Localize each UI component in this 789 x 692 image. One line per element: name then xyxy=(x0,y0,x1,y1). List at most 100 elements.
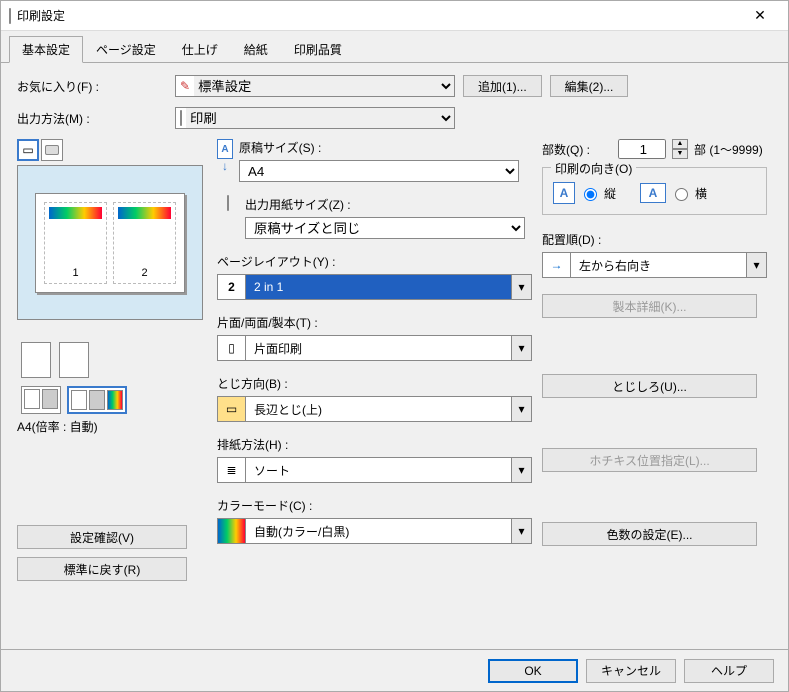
portrait-radio[interactable] xyxy=(584,188,597,201)
tab-quality[interactable]: 印刷品質 xyxy=(281,36,355,63)
preview-caption: A4(倍率 : 自動) xyxy=(17,418,207,435)
print-settings-window: 印刷設定 ✕ 基本設定 ページ設定 仕上げ 給紙 印刷品質 お気に入り(F) :… xyxy=(0,0,789,692)
ok-button[interactable]: OK xyxy=(488,659,578,683)
duplex-select[interactable]: ▯ 片面印刷 ▾ xyxy=(217,335,532,361)
tab-page-setup[interactable]: ページ設定 xyxy=(83,36,169,63)
copies-up-button[interactable]: ▲ xyxy=(672,139,688,149)
order-label: 配置順(D) : xyxy=(542,231,767,248)
doc-a-icon: A xyxy=(217,139,233,159)
preview-column: ▭ 1 2 xyxy=(17,139,207,589)
titlebar: 印刷設定 ✕ xyxy=(1,1,788,31)
rainbow-icon xyxy=(218,519,246,543)
binding-block: とじ方向(B) : ▭ 長辺とじ(上) ▾ xyxy=(217,375,532,422)
colormode-label: カラーモード(C) : xyxy=(217,497,532,514)
favorite-label: お気に入り(F) : xyxy=(17,78,167,95)
finishing-select[interactable]: ≣ ソート ▾ xyxy=(217,457,532,483)
color-strip-icon xyxy=(49,207,102,219)
chevron-down-icon: ▾ xyxy=(511,397,531,421)
preview-sheet: 1 2 xyxy=(35,193,185,293)
preview-mode-printer-icon[interactable] xyxy=(41,139,63,161)
right-column: 部数(Q) : ▲ ▼ 部 (1～9999) 印刷の向き(O) A 縦 xyxy=(542,139,767,589)
tray-icon xyxy=(217,196,239,210)
finishing-value: ソート xyxy=(246,462,511,479)
orientation-legend: 印刷の向き(O) xyxy=(551,160,636,177)
dialog-footer: OK キャンセル ヘルプ xyxy=(1,649,788,691)
orientation-portrait-option[interactable]: A 縦 xyxy=(553,182,616,204)
duplex-block: 片面/両面/製本(T) : ▯ 片面印刷 ▾ xyxy=(217,314,532,361)
preview-page-2-num: 2 xyxy=(141,267,147,279)
output-method-row: 出力方法(M) : 印刷 xyxy=(17,107,772,129)
preview-mode-page-icon[interactable]: ▭ xyxy=(17,139,39,161)
favorite-row: お気に入り(F) : ✎ 標準設定 追加(1)... 編集(2)... xyxy=(17,75,772,97)
help-button[interactable]: ヘルプ xyxy=(684,659,774,683)
layout-block: ページレイアウト(Y) : 2 2 in 1 ▾ xyxy=(217,253,532,300)
binding-select[interactable]: ▭ 長辺とじ(上) ▾ xyxy=(217,396,532,422)
settings-body: ▭ 1 2 xyxy=(17,139,772,589)
gutter-button[interactable]: とじしろ(U)... xyxy=(542,374,757,398)
favorite-icon: ✎ xyxy=(176,79,194,93)
landscape-label: 横 xyxy=(695,185,707,202)
cancel-button[interactable]: キャンセル xyxy=(586,659,676,683)
copies-row: 部数(Q) : ▲ ▼ 部 (1～9999) xyxy=(542,139,767,159)
favorite-add-button[interactable]: 追加(1)... xyxy=(463,75,542,97)
preview-page-2: 2 xyxy=(113,202,176,284)
copies-input[interactable] xyxy=(618,139,666,159)
reset-defaults-button[interactable]: 標準に戻す(R) xyxy=(17,557,187,581)
down-arrow-icon: ↓ xyxy=(222,159,228,173)
mode-color-thumb[interactable] xyxy=(67,386,127,414)
landscape-icon: A xyxy=(640,183,666,203)
chevron-down-icon: ▾ xyxy=(511,336,531,360)
chevron-down-icon: ▾ xyxy=(746,253,766,277)
layout-value: 2 in 1 xyxy=(246,280,511,294)
middle-column: A ↓ 原稿サイズ(S) : A4 xyxy=(217,139,532,589)
color-mode-thumbs xyxy=(21,386,207,414)
single-side-icon: ▯ xyxy=(218,336,246,360)
tab-basic[interactable]: 基本設定 xyxy=(9,36,83,63)
favorite-edit-button[interactable]: 編集(2)... xyxy=(550,75,629,97)
colormode-select[interactable]: 自動(カラー/白黒) ▾ xyxy=(217,518,532,544)
tab-paper-source[interactable]: 給紙 xyxy=(231,36,281,63)
stack-thumb-2-icon[interactable] xyxy=(59,342,89,378)
doc-size-block: A ↓ 原稿サイズ(S) : A4 xyxy=(217,139,532,182)
left-to-right-icon: → xyxy=(543,253,571,277)
layout-select[interactable]: 2 2 in 1 ▾ xyxy=(217,274,532,300)
doc-size-select[interactable]: A4 xyxy=(239,160,519,182)
layout-label: ページレイアウト(Y) : xyxy=(217,253,532,270)
finishing-label: 排紙方法(H) : xyxy=(217,436,532,453)
binding-label: とじ方向(B) : xyxy=(217,375,532,392)
order-block: 配置順(D) : → 左から右向き ▾ xyxy=(542,231,767,278)
order-select[interactable]: → 左から右向き ▾ xyxy=(542,252,767,278)
chevron-down-icon: ▾ xyxy=(511,458,531,482)
output-method-label: 出力方法(M) : xyxy=(17,110,167,127)
mode-bw-thumb[interactable] xyxy=(21,386,61,414)
close-icon[interactable]: ✕ xyxy=(740,7,780,24)
landscape-radio[interactable] xyxy=(675,188,688,201)
favorite-select[interactable]: 標準設定 xyxy=(194,76,454,96)
color-count-button[interactable]: 色数の設定(E)... xyxy=(542,522,757,546)
output-method-select[interactable]: 印刷 xyxy=(186,108,454,128)
copies-down-button[interactable]: ▼ xyxy=(672,149,688,159)
stack-thumb-row xyxy=(21,342,207,378)
colormode-block: カラーモード(C) : 自動(カラー/白黒) ▾ xyxy=(217,497,532,544)
confirm-settings-button[interactable]: 設定確認(V) xyxy=(17,525,187,549)
orientation-landscape-option[interactable]: A 横 xyxy=(640,183,707,203)
binding-value: 長辺とじ(上) xyxy=(246,401,511,418)
booklet-detail-button: 製本詳細(K)... xyxy=(542,294,757,318)
tab-content: お気に入り(F) : ✎ 標準設定 追加(1)... 編集(2)... 出力方法… xyxy=(1,63,788,649)
portrait-icon: A xyxy=(553,182,575,204)
preview-frame: 1 2 xyxy=(17,165,203,320)
binding-icon: ▭ xyxy=(218,397,246,421)
copies-spinner: ▲ ▼ xyxy=(672,139,688,159)
out-size-block: 出力用紙サイズ(Z) : 原稿サイズと同じ xyxy=(217,196,532,239)
out-size-select[interactable]: 原稿サイズと同じ xyxy=(245,217,525,239)
copies-range: 部 (1～9999) xyxy=(694,141,763,158)
tab-bar: 基本設定 ページ設定 仕上げ 給紙 印刷品質 xyxy=(1,31,788,63)
stack-thumb-1-icon[interactable] xyxy=(21,342,51,378)
chevron-down-icon: ▾ xyxy=(511,519,531,543)
preview-page-1-num: 1 xyxy=(72,267,78,279)
portrait-label: 縦 xyxy=(604,185,616,202)
tab-finishing[interactable]: 仕上げ xyxy=(169,36,231,63)
out-size-label: 出力用紙サイズ(Z) : xyxy=(245,196,532,213)
doc-size-label: 原稿サイズ(S) : xyxy=(239,139,532,156)
window-title: 印刷設定 xyxy=(17,7,740,24)
